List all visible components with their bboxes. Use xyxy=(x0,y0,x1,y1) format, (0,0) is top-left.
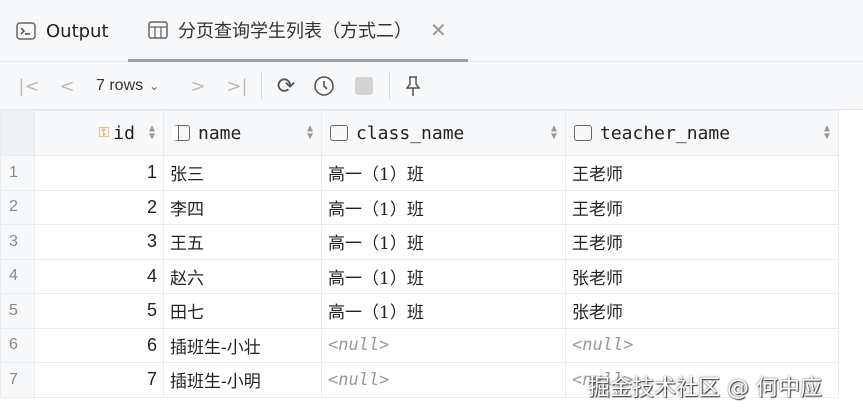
column-icon xyxy=(574,125,592,141)
row-number[interactable]: 5 xyxy=(0,293,35,329)
column-header-teacher-name[interactable]: teacher_name ▲ ▼ xyxy=(565,110,839,156)
sort-icon[interactable]: ▲ ▼ xyxy=(824,124,830,142)
divider xyxy=(389,72,390,100)
cell-name[interactable]: 张三 xyxy=(163,155,322,191)
first-page-icon[interactable]: |< xyxy=(14,62,44,110)
cell-id[interactable]: 2 xyxy=(34,189,164,225)
cell-name[interactable]: 李四 xyxy=(163,189,322,225)
cell-teacher-name[interactable]: 王老师 xyxy=(565,155,839,191)
chevron-down-icon: ⌄ xyxy=(149,79,160,93)
cell-id[interactable]: 1 xyxy=(34,155,164,191)
primary-key-icon: ⚿ xyxy=(98,125,110,141)
cell-id[interactable]: 5 xyxy=(34,293,164,329)
row-number[interactable]: 6 xyxy=(0,327,35,363)
result-grid: ⚿ id ▲ ▼ name ▲ ▼ class_name ▲ ▼ teacher_name… xyxy=(0,110,839,398)
row-number[interactable]: 3 xyxy=(0,224,35,260)
table-row[interactable]: 1 1 张三 高一（1）班 王老师 xyxy=(0,155,839,191)
next-page-icon[interactable]: > xyxy=(185,62,211,110)
select-all-corner[interactable] xyxy=(0,110,35,156)
close-icon[interactable]: ✕ xyxy=(430,18,447,42)
cell-id[interactable]: 3 xyxy=(34,224,164,260)
tab-query-result[interactable]: 分页查询学生列表（方式二） ✕ xyxy=(128,0,468,62)
toolbar: |< < 7 rows ⌄ > >| ⟳ xyxy=(0,62,863,110)
column-label: name xyxy=(198,122,242,144)
refresh-icon[interactable]: ⟳ xyxy=(272,62,300,110)
cell-teacher-name[interactable]: 王老师 xyxy=(565,224,839,260)
cell-class-name[interactable]: 高一（1）班 xyxy=(321,258,566,294)
cell-teacher-name[interactable]: 张老师 xyxy=(565,293,839,329)
column-icon xyxy=(330,125,348,141)
pin-icon[interactable] xyxy=(400,62,426,110)
column-header-name[interactable]: name ▲ ▼ xyxy=(163,110,322,156)
cell-name[interactable]: 赵六 xyxy=(163,258,322,294)
cell-name[interactable]: 王五 xyxy=(163,224,322,260)
table-row[interactable]: 2 2 李四 高一（1）班 王老师 xyxy=(0,189,839,225)
console-icon xyxy=(16,22,36,40)
sort-icon[interactable]: ▲ ▼ xyxy=(307,124,313,142)
cell-name[interactable]: 田七 xyxy=(163,293,322,329)
cell-class-name[interactable]: <null> xyxy=(321,327,566,363)
history-clock-icon[interactable] xyxy=(310,62,338,110)
cell-name[interactable]: 插班生-小明 xyxy=(163,362,322,398)
rows-dropdown[interactable]: 7 rows ⌄ xyxy=(96,62,159,110)
column-label: teacher_name xyxy=(600,122,731,144)
column-header-id[interactable]: ⚿ id ▲ ▼ xyxy=(34,110,164,156)
row-number[interactable]: 1 xyxy=(0,155,35,191)
column-label: id xyxy=(113,122,135,144)
stop-icon[interactable] xyxy=(352,62,376,110)
tab-output[interactable]: Output xyxy=(16,0,109,62)
cell-class-name[interactable]: 高一（1）班 xyxy=(321,224,566,260)
last-page-icon[interactable]: >| xyxy=(222,62,252,110)
table-row[interactable]: 6 6 插班生-小壮 <null> <null> xyxy=(0,327,839,363)
column-label: class_name xyxy=(356,122,465,144)
cell-id[interactable]: 7 xyxy=(34,362,164,398)
column-header-class-name[interactable]: class_name ▲ ▼ xyxy=(321,110,566,156)
column-icon xyxy=(172,125,190,141)
table-row[interactable]: 3 3 王五 高一（1）班 王老师 xyxy=(0,224,839,260)
sort-icon[interactable]: ▲ ▼ xyxy=(551,124,557,142)
cell-teacher-name[interactable]: <null> xyxy=(565,327,839,363)
cell-class-name[interactable]: 高一（1）班 xyxy=(321,189,566,225)
rows-label: 7 rows xyxy=(96,77,144,94)
divider xyxy=(261,72,262,100)
cell-teacher-name[interactable]: 王老师 xyxy=(565,189,839,225)
cell-class-name[interactable]: 高一（1）班 xyxy=(321,293,566,329)
tab-label: Output xyxy=(46,20,109,42)
row-number[interactable]: 4 xyxy=(0,258,35,294)
tab-bar: Output 分页查询学生列表（方式二） ✕ xyxy=(0,0,863,62)
cell-teacher-name[interactable]: 张老师 xyxy=(565,258,839,294)
previous-page-icon[interactable]: < xyxy=(54,62,80,110)
watermark: 掘金技术社区 @ 何中应 xyxy=(588,376,822,401)
row-number[interactable]: 2 xyxy=(0,189,35,225)
row-number[interactable]: 7 xyxy=(0,362,35,398)
table-row[interactable]: 4 4 赵六 高一（1）班 张老师 xyxy=(0,258,839,294)
table-icon xyxy=(148,20,168,39)
cell-name[interactable]: 插班生-小壮 xyxy=(163,327,322,363)
cell-id[interactable]: 4 xyxy=(34,258,164,294)
cell-id[interactable]: 6 xyxy=(34,327,164,363)
cell-class-name[interactable]: <null> xyxy=(321,362,566,398)
table-row[interactable]: 5 5 田七 高一（1）班 张老师 xyxy=(0,293,839,329)
tab-label: 分页查询学生列表（方式二） xyxy=(178,20,412,42)
cell-class-name[interactable]: 高一（1）班 xyxy=(321,155,566,191)
sort-icon[interactable]: ▲ ▼ xyxy=(149,124,155,142)
